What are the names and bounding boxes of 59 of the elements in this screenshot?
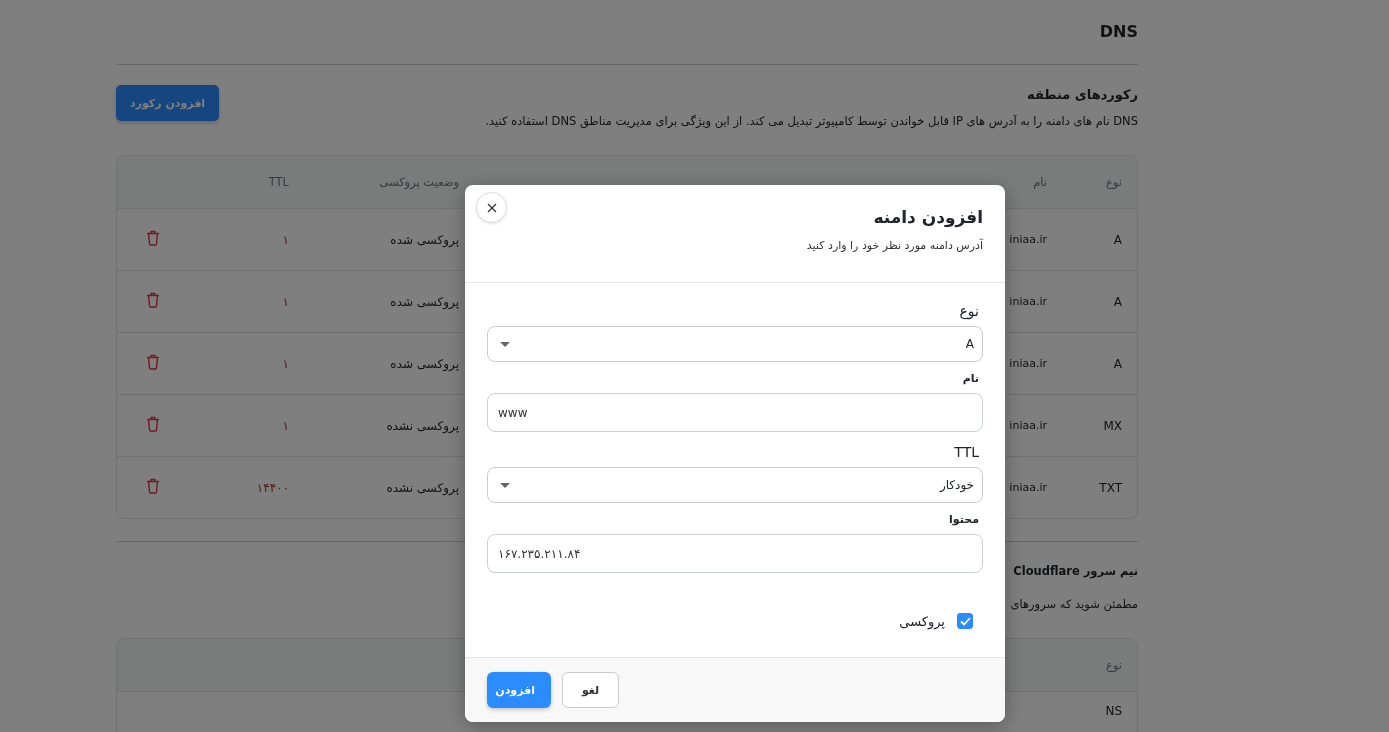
caret-icon [500, 341, 510, 347]
section-description: مطمئن شوید که سرورهای [1009, 596, 1138, 612]
checkbox-label: پروکسی [899, 613, 945, 629]
column-header: نام [1033, 175, 1047, 189]
field-label: محتوا [948, 513, 980, 526]
table-cell: A [1113, 232, 1122, 247]
section-title: رکوردهای منطقه [1027, 87, 1138, 102]
proxy-checkbox[interactable] [957, 613, 973, 629]
delete-button[interactable] [146, 354, 160, 370]
column-header: نوع [1106, 658, 1122, 672]
field-label: نوع [958, 303, 980, 319]
trash-icon [146, 416, 160, 432]
close-button[interactable] [476, 192, 507, 223]
table-cell: A [1113, 294, 1122, 309]
table-cell: MX [1103, 418, 1122, 433]
caret-icon [500, 482, 510, 488]
dialog-title: افزودن دامنه [872, 207, 983, 227]
field-label: نام [961, 372, 980, 385]
table-cell: iniaa.ir [1009, 481, 1047, 494]
delete-button[interactable] [146, 416, 160, 432]
table-cell: پروکسی شده [390, 232, 459, 247]
table-cell: پروکسی شده [390, 356, 459, 371]
close-icon [486, 202, 497, 213]
table-cell: ۱ [282, 356, 289, 371]
table-cell: iniaa.ir [1009, 295, 1047, 308]
trash-icon [146, 292, 160, 308]
trash-icon [146, 478, 160, 494]
table-cell: ۱۴۴۰۰ [256, 480, 289, 495]
check-icon [959, 616, 971, 626]
section-title: نیم سرور Cloudflare [1012, 564, 1138, 578]
table-cell: iniaa.ir [1009, 357, 1047, 370]
column-header: TTL [268, 175, 289, 189]
column-header: نوع [1106, 175, 1122, 189]
table-cell: iniaa.ir [1009, 419, 1047, 432]
dialog-subtitle: آدرس دامنه مورد نظر خود را وارد کنید [805, 239, 983, 252]
delete-button[interactable] [146, 478, 160, 494]
table-cell: ۱ [282, 232, 289, 247]
select-field[interactable]: A [487, 326, 983, 362]
table-cell: TXT [1099, 480, 1122, 495]
trash-icon [146, 230, 160, 246]
trash-icon [146, 354, 160, 370]
table-cell: ۱ [282, 418, 289, 433]
select-field[interactable]: خودکار [487, 467, 983, 503]
field-label: TTL [953, 444, 980, 460]
table-cell: A [1113, 356, 1122, 371]
table-cell: iniaa.ir [1009, 233, 1047, 246]
input-field[interactable]: ۱۶۷.۲۳۵.۲۱۱.۸۴ [487, 534, 983, 573]
page-title: DNS [1098, 21, 1138, 43]
delete-button[interactable] [146, 292, 160, 308]
delete-button[interactable] [146, 230, 160, 246]
table-cell: ۱ [282, 294, 289, 309]
input-field[interactable]: www [487, 393, 983, 432]
cancel-button[interactable]: لغو [562, 672, 619, 708]
table-cell: NS [1105, 704, 1122, 718]
table-cell: پروکسی نشده [386, 418, 459, 433]
column-header: وضعیت پروکسی [379, 175, 459, 189]
table-cell: پروکسی شده [390, 294, 459, 309]
table-cell: پروکسی نشده [386, 480, 459, 495]
section-description: DNS نام های دامنه را به آدرس های IP قابل خواندن توسط کامپیوتر تبدیل می کند. از این ویژگی برای مدیریت مناطق DNS استفاده کنید. [484, 113, 1138, 129]
